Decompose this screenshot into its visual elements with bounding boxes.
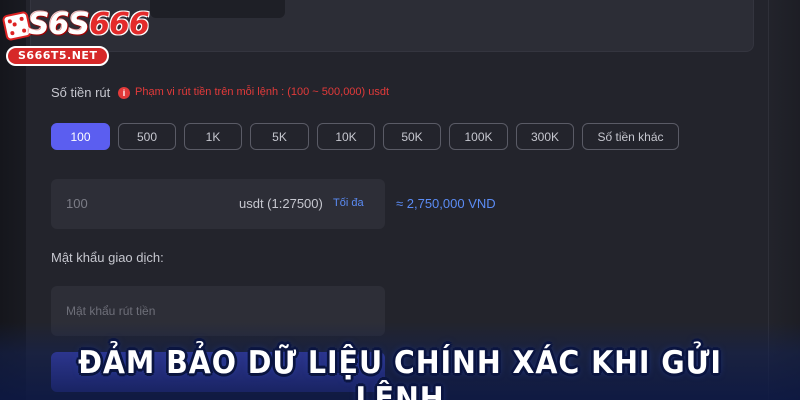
logo-wordmark: S6S666 — [28, 7, 150, 42]
logo-domain: S666T5.NET — [6, 46, 110, 66]
amount-label: Số tiền rút — [51, 85, 111, 100]
screen: S6S666 S666T5.NET Số tiền rút i Phạm vi … — [0, 0, 800, 400]
preset-chip-10k[interactable]: 10K — [317, 123, 375, 150]
amount-range-hint: Phạm vi rút tiền trên mỗi lệnh : (100 ~ … — [135, 86, 390, 98]
logo-text-white: S6S — [28, 7, 90, 42]
amount-value: 100 — [66, 196, 88, 211]
amount-unit-rate: usdt (1:27500) — [239, 196, 323, 211]
max-amount-link[interactable]: Tối đa — [333, 197, 364, 209]
preset-chip-other[interactable]: Số tiền khác — [582, 123, 679, 150]
preset-chip-500[interactable]: 500 — [118, 123, 176, 150]
info-icon: i — [118, 87, 130, 99]
preset-chip-100[interactable]: 100 — [51, 123, 110, 150]
top-card-inner — [150, 0, 285, 18]
preset-chip-1k[interactable]: 1K — [184, 123, 242, 150]
preset-chip-5k[interactable]: 5K — [250, 123, 309, 150]
preset-chip-300k[interactable]: 300K — [516, 123, 574, 150]
banner-caption: ĐẢM BẢO DỮ LIỆU CHÍNH XÁC KHI GỬI LỆNH — [78, 345, 722, 400]
preset-chip-50k[interactable]: 50K — [383, 123, 441, 150]
amount-input[interactable]: 100 usdt (1:27500) Tối đa — [51, 179, 385, 229]
password-label: Mật khẩu giao dịch: — [51, 250, 164, 265]
preset-chip-100k[interactable]: 100K — [449, 123, 508, 150]
brand-logo: S6S666 S666T5.NET — [1, 7, 154, 68]
logo-text-red: 666 — [89, 7, 150, 42]
converted-amount: ≈ 2,750,000 VND — [396, 196, 496, 211]
